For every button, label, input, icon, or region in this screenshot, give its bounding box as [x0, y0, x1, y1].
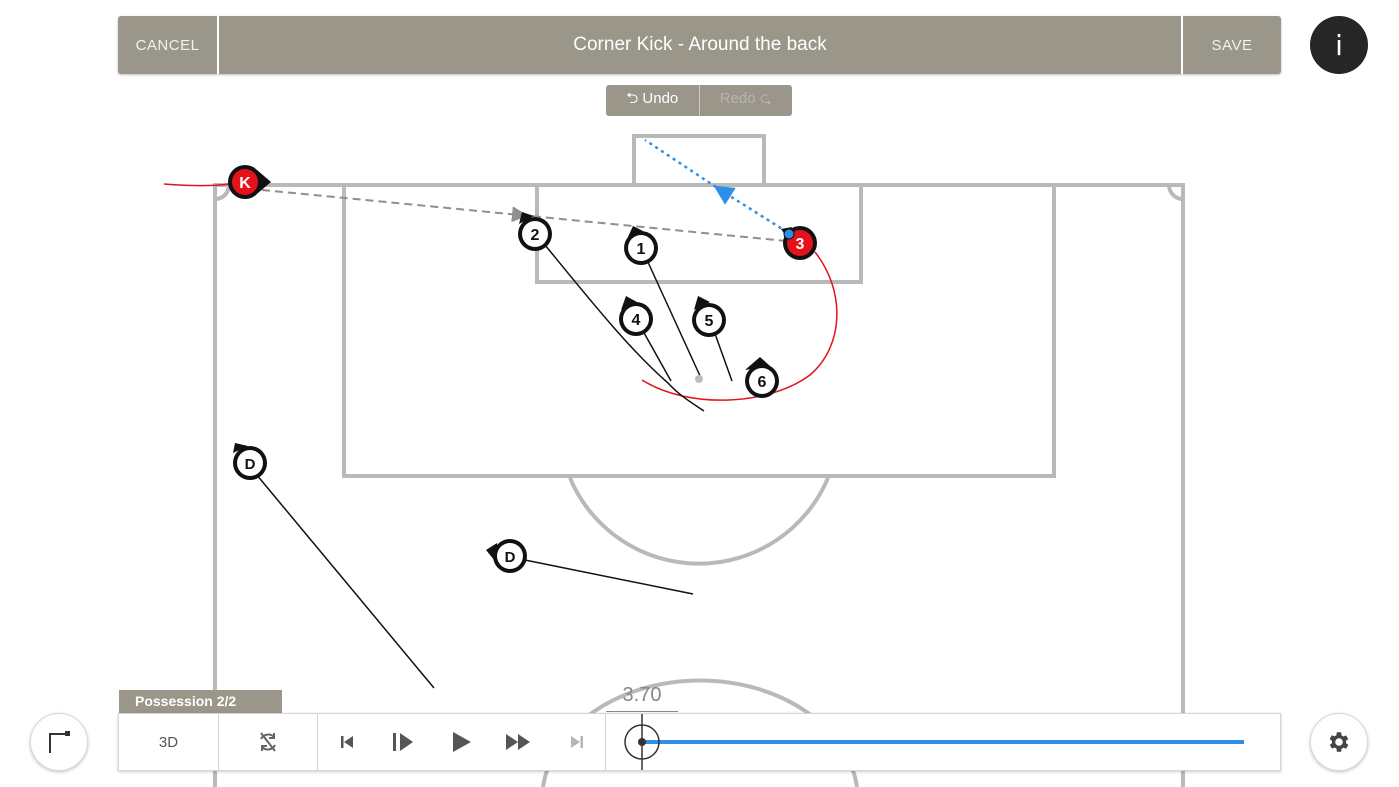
rotation-off-icon [260, 732, 276, 752]
skip-to-start-button[interactable] [329, 714, 365, 770]
skip-to-end-button[interactable] [559, 714, 595, 770]
gear-icon [1329, 732, 1349, 752]
play-icon [453, 732, 471, 752]
corner-view-button[interactable] [30, 713, 88, 771]
movement-lines [163, 138, 838, 689]
kicker-label: K [239, 175, 251, 192]
fast-forward-button[interactable] [499, 714, 537, 770]
defender-2-label: D [505, 549, 516, 566]
skip-to-start-icon [341, 736, 353, 748]
pitch-markings [213, 134, 1185, 787]
defender-1-label: D [245, 456, 256, 473]
player-5-label: 5 [705, 313, 714, 330]
ball[interactable] [695, 375, 703, 383]
player-4-marker[interactable]: 4 [619, 296, 653, 336]
player-6-marker[interactable]: 6 [745, 357, 779, 398]
penalty-arc [568, 477, 830, 566]
defender-1-marker[interactable]: D [233, 443, 267, 480]
corner-arc-left [214, 184, 231, 201]
step-forward-button[interactable] [385, 714, 421, 770]
player-4-label: 4 [632, 312, 641, 329]
player-5-run-line [713, 330, 733, 382]
skip-to-end-icon [571, 736, 583, 748]
playback-bar: 3D [118, 713, 1281, 771]
touchline [213, 183, 1185, 787]
player-3-marker[interactable]: 3 [781, 226, 817, 260]
player-6-label: 6 [758, 374, 767, 391]
pitch-canvas[interactable]: K 3 2 1 4 5 6 D D [0, 0, 1399, 787]
settings-button[interactable] [1310, 713, 1368, 771]
timeline-scrubber[interactable] [606, 714, 1280, 770]
player-5-marker[interactable]: 5 [692, 296, 726, 337]
player-1-label: 1 [637, 241, 646, 258]
step-forward-icon [393, 733, 413, 751]
fast-forward-icon [506, 734, 530, 750]
defender-1-run-line [255, 473, 435, 689]
view-3d-toggle[interactable]: 3D [119, 714, 218, 770]
defender-2-run-line [519, 558, 694, 595]
time-value: 3.70 [622, 684, 662, 706]
player-3-run-line [641, 251, 838, 401]
header-pass-line-1 [713, 185, 788, 234]
player-2-label: 2 [531, 227, 540, 244]
time-value-underline [606, 711, 678, 712]
corner-arc-right [1167, 184, 1184, 201]
timeline-progress-fill [642, 740, 1244, 744]
corner-pass-line-1 [261, 189, 528, 223]
player-3-label: 3 [796, 236, 805, 253]
corner-flag-icon [49, 731, 70, 753]
kicker-marker[interactable]: K [228, 165, 271, 199]
play-button[interactable] [441, 714, 481, 770]
player-1-marker[interactable]: 1 [624, 226, 658, 265]
possession-tab[interactable]: Possession 2/2 [119, 690, 282, 713]
defender-2-marker[interactable]: D [486, 539, 527, 573]
rotation-toggle-button[interactable] [219, 714, 317, 770]
goal [632, 134, 766, 187]
